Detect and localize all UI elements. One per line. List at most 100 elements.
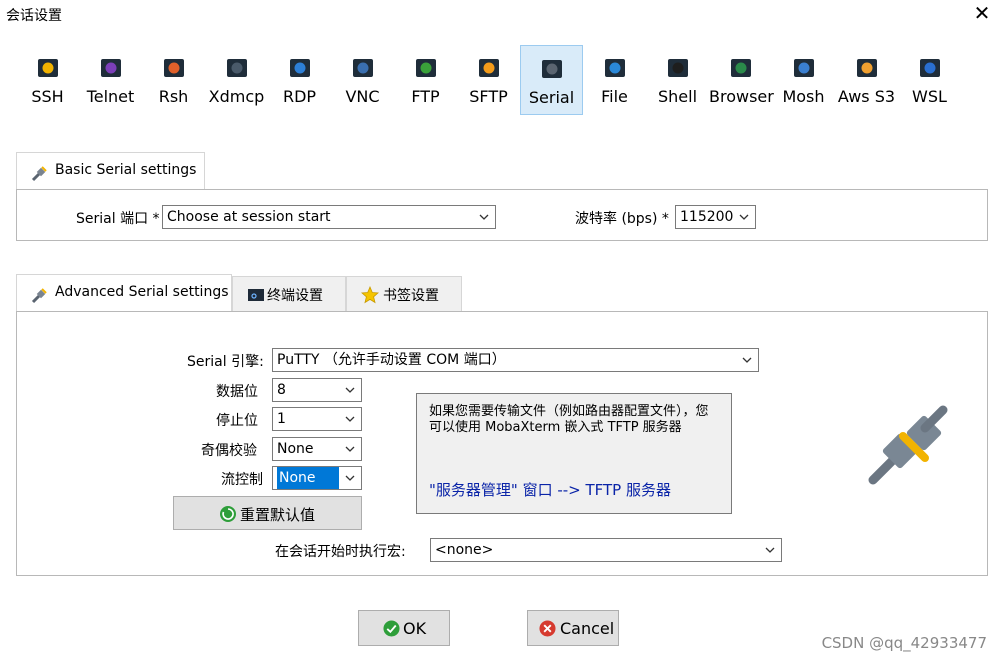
session-type-label: RDP bbox=[282, 87, 317, 106]
ssh-icon bbox=[37, 59, 58, 77]
refresh-icon bbox=[220, 506, 236, 522]
parity-value: None bbox=[277, 441, 314, 457]
session-type-vnc[interactable]: VNC bbox=[331, 45, 394, 115]
session-type-label: Browser bbox=[709, 87, 774, 106]
tftp-info-text: 如果您需要传输文件（例如路由器配置文件），您可以使用 MobaXterm 嵌入式… bbox=[429, 404, 709, 435]
session-type-sftp[interactable]: SFTP bbox=[457, 45, 520, 115]
terminal-icon bbox=[248, 289, 264, 301]
tab-terminal-settings[interactable]: 终端设置 bbox=[232, 276, 346, 312]
tab-basic-serial-settings[interactable]: Basic Serial settings bbox=[16, 152, 205, 190]
session-type-label: Telnet bbox=[86, 87, 135, 106]
chevron-down-icon bbox=[345, 387, 355, 393]
serial-port-select[interactable]: Choose at session start bbox=[162, 205, 496, 229]
chevron-down-icon bbox=[739, 214, 749, 220]
session-type-label: VNC bbox=[345, 87, 380, 106]
close-button[interactable]: ✕ bbox=[971, 3, 993, 25]
file-icon bbox=[604, 59, 625, 77]
session-type-label: Serial bbox=[528, 88, 575, 107]
session-type-file[interactable]: File bbox=[583, 45, 646, 115]
macro-label: 在会话开始时执行宏: bbox=[275, 544, 406, 560]
wsl-icon bbox=[919, 59, 940, 77]
serial-connector-icon bbox=[868, 405, 948, 485]
chevron-down-icon bbox=[742, 357, 752, 363]
macro-select[interactable]: <none> bbox=[430, 538, 782, 562]
session-type-shell[interactable]: Shell bbox=[646, 45, 709, 115]
chevron-down-icon bbox=[765, 547, 775, 553]
vnc-icon bbox=[352, 59, 373, 77]
cancel-icon bbox=[539, 620, 556, 637]
close-icon: ✕ bbox=[973, 1, 991, 25]
tftp-info-box: 如果您需要传输文件（例如路由器配置文件），您可以使用 MobaXterm 嵌入式… bbox=[416, 393, 732, 514]
session-type-label: Rsh bbox=[158, 87, 189, 106]
session-type-label: Shell bbox=[657, 87, 698, 106]
tab-advanced-label: Advanced Serial settings bbox=[55, 284, 229, 300]
serial-plug-icon bbox=[31, 166, 47, 182]
session-type-browser[interactable]: Browser bbox=[709, 45, 774, 115]
reset-defaults-label: 重置默认值 bbox=[240, 506, 316, 524]
data-bits-select[interactable]: 8 bbox=[272, 378, 362, 402]
shell-icon bbox=[667, 59, 688, 77]
stop-bits-select[interactable]: 1 bbox=[272, 407, 362, 431]
session-type-ftp[interactable]: FTP bbox=[394, 45, 457, 115]
browser-icon bbox=[730, 59, 751, 77]
chevron-down-icon bbox=[345, 416, 355, 422]
serial-engine-select[interactable]: PuTTY （允许手动设置 COM 端口） bbox=[272, 348, 759, 372]
watermark: CSDN @qq_42933477 bbox=[821, 634, 987, 652]
tab-advanced-serial-settings[interactable]: Advanced Serial settings bbox=[16, 274, 232, 312]
session-type-telnet[interactable]: Telnet bbox=[79, 45, 142, 115]
ok-button[interactable]: OK bbox=[358, 610, 450, 646]
check-icon bbox=[383, 620, 400, 637]
session-type-label: SFTP bbox=[469, 87, 508, 106]
reset-defaults-button[interactable]: 重置默认值 bbox=[173, 496, 362, 530]
session-type-rsh[interactable]: Rsh bbox=[142, 45, 205, 115]
window-title: 会话设置 bbox=[6, 8, 62, 24]
session-type-aws-s3[interactable]: Aws S3 bbox=[835, 45, 898, 115]
macro-value: <none> bbox=[435, 542, 494, 558]
mosh-icon bbox=[793, 59, 814, 77]
chevron-down-icon bbox=[479, 214, 489, 220]
serial-plug-icon bbox=[31, 288, 47, 304]
serial-engine-label: Serial 引擎: bbox=[187, 354, 264, 370]
tftp-server-link[interactable]: "服务器管理" 窗口 --> TFTP 服务器 bbox=[429, 482, 671, 498]
chevron-down-icon bbox=[345, 475, 355, 481]
chevron-down-icon bbox=[345, 446, 355, 452]
star-icon bbox=[361, 286, 379, 304]
tab-bookmark-label: 书签设置 bbox=[383, 288, 439, 304]
baud-rate-value: 115200 bbox=[680, 209, 734, 225]
data-bits-label: 数据位 bbox=[216, 384, 258, 400]
parity-select[interactable]: None bbox=[272, 437, 362, 461]
baud-rate-select[interactable]: 115200 bbox=[675, 205, 756, 229]
telnet-icon bbox=[100, 59, 121, 77]
serial-port-value: Choose at session start bbox=[167, 209, 331, 225]
tab-bookmark-settings[interactable]: 书签设置 bbox=[346, 276, 462, 312]
ok-label: OK bbox=[403, 619, 427, 638]
rdp-icon bbox=[289, 59, 310, 77]
session-type-xdmcp[interactable]: Xdmcp bbox=[205, 45, 268, 115]
session-type-label: FTP bbox=[411, 87, 440, 106]
serial-port-label: Serial 端口 * bbox=[76, 211, 160, 227]
session-type-label: Mosh bbox=[782, 87, 825, 106]
serial-engine-value: PuTTY （允许手动设置 COM 端口） bbox=[277, 352, 506, 368]
session-type-mosh[interactable]: Mosh bbox=[772, 45, 835, 115]
flow-control-select[interactable]: None bbox=[272, 466, 362, 490]
cancel-label: Cancel bbox=[560, 619, 615, 638]
stop-bits-value: 1 bbox=[277, 411, 286, 427]
session-type-rdp[interactable]: RDP bbox=[268, 45, 331, 115]
baud-rate-label: 波特率 (bps) * bbox=[575, 211, 669, 227]
flow-control-value: None bbox=[277, 467, 339, 489]
session-type-label: Xdmcp bbox=[208, 87, 265, 106]
session-type-ssh[interactable]: SSH bbox=[16, 45, 79, 115]
data-bits-value: 8 bbox=[277, 382, 286, 398]
xdmcp-icon bbox=[226, 59, 247, 77]
session-type-label: WSL bbox=[912, 87, 947, 106]
cancel-button[interactable]: Cancel bbox=[527, 610, 619, 646]
flow-control-label: 流控制 bbox=[221, 472, 263, 488]
session-type-label: Aws S3 bbox=[837, 87, 896, 106]
session-type-wsl[interactable]: WSL bbox=[898, 45, 961, 115]
title-bar: 会话设置 ✕ bbox=[0, 0, 1001, 28]
tab-terminal-label: 终端设置 bbox=[267, 288, 323, 304]
tab-basic-label: Basic Serial settings bbox=[55, 162, 197, 178]
sftp-icon bbox=[478, 59, 499, 77]
aws-s3-icon bbox=[856, 59, 877, 77]
session-type-serial[interactable]: Serial bbox=[520, 45, 583, 115]
